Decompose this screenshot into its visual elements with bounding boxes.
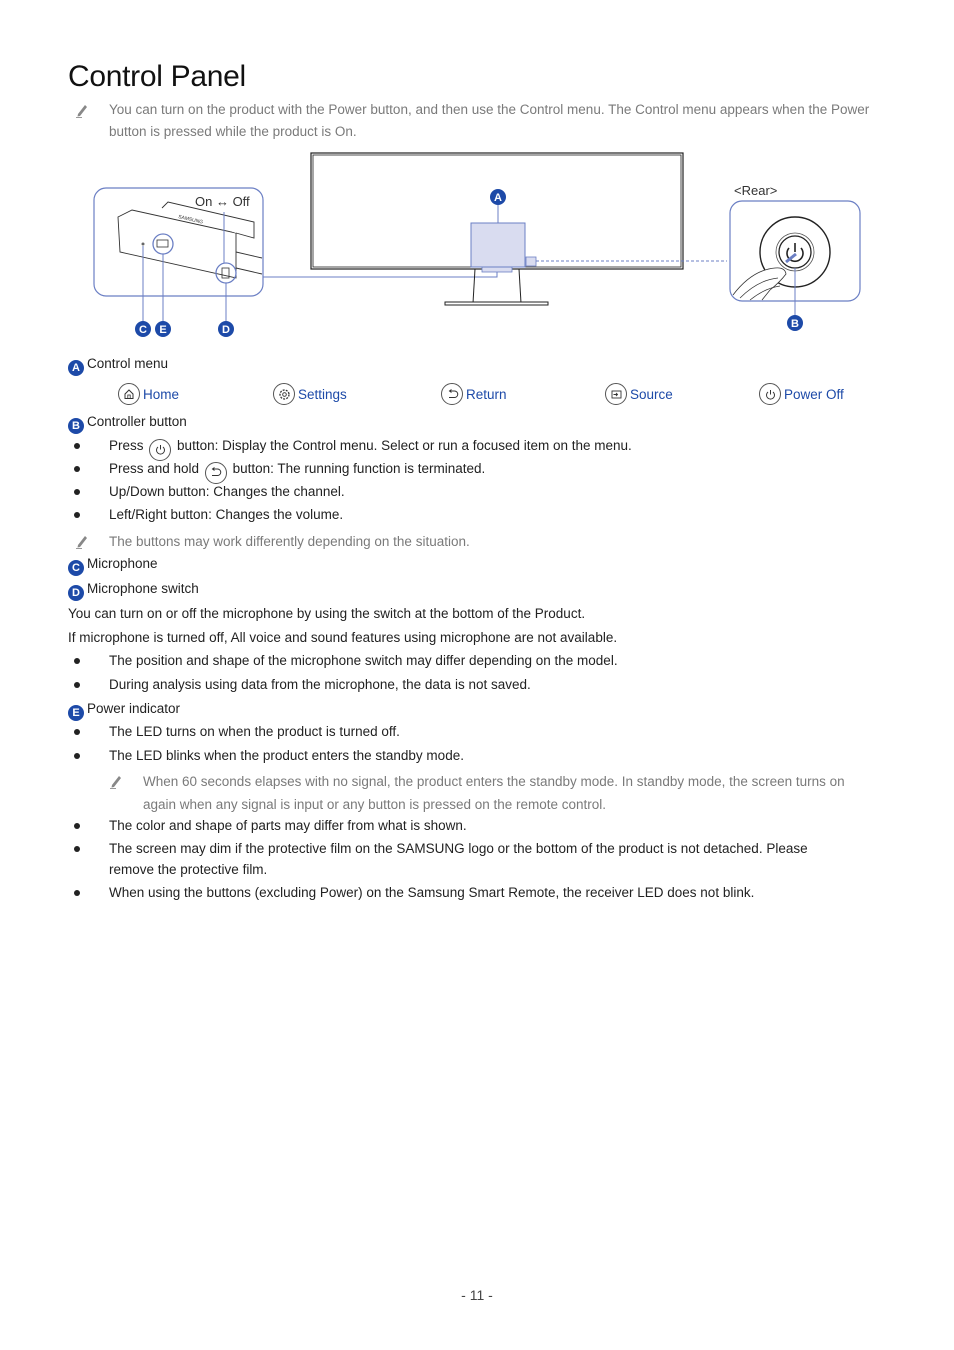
switch-label: On ↔ Off bbox=[195, 194, 250, 209]
menu-item-settings[interactable]: Settings bbox=[273, 383, 347, 405]
control-panel-diagram: On ↔ Off SAMSUNG C E D A <Rear> B bbox=[93, 152, 861, 337]
bullet-dot bbox=[74, 512, 80, 518]
menu-item-home-label: Home bbox=[143, 386, 180, 402]
source-icon bbox=[605, 383, 627, 405]
list-item-text: button: Display the Control menu. Select… bbox=[177, 438, 632, 453]
list-item-text: button: The running function is terminat… bbox=[232, 461, 486, 476]
finger-illustration bbox=[732, 267, 787, 301]
bullet-dot bbox=[74, 890, 80, 896]
callout-a: A bbox=[490, 189, 506, 205]
svg-text:B: B bbox=[791, 318, 799, 330]
section-b-note: The buttons may work differently dependi… bbox=[109, 534, 470, 549]
list-item: The LED blinks when the product enters t… bbox=[109, 748, 464, 763]
bullet-dot bbox=[74, 443, 80, 449]
menu-item-power-off[interactable]: Power Off bbox=[759, 383, 844, 405]
callout-e: E bbox=[155, 321, 171, 337]
section-c-heading: C Microphone bbox=[68, 553, 158, 576]
list-item: The LED turns on when the product is tur… bbox=[109, 724, 400, 739]
page-title: Control Panel bbox=[68, 60, 246, 93]
controller-button-highlight bbox=[525, 256, 537, 267]
intro-note: You can turn on the product with the Pow… bbox=[109, 102, 870, 139]
home-icon bbox=[118, 383, 140, 405]
paragraph: You can turn on or off the microphone by… bbox=[68, 606, 586, 621]
microphone-hole bbox=[141, 242, 145, 246]
svg-text:C: C bbox=[139, 324, 147, 336]
section-b-label: Controller button bbox=[87, 414, 187, 429]
badge-d: D bbox=[68, 585, 84, 601]
bullet-dot bbox=[74, 682, 80, 688]
callout-b: B bbox=[787, 315, 803, 331]
section-d-label: Microphone switch bbox=[87, 581, 199, 596]
bullet-dot bbox=[74, 846, 80, 852]
section-e-label: Power indicator bbox=[87, 701, 181, 716]
svg-text:E: E bbox=[159, 324, 166, 336]
badge-c: C bbox=[68, 560, 84, 576]
list-item: The position and shape of the microphone… bbox=[109, 653, 618, 668]
section-e-heading: E Power indicator bbox=[68, 698, 180, 721]
section-a-heading: A Control menu bbox=[68, 353, 168, 376]
badge-e: E bbox=[68, 705, 84, 721]
section-e-note-line2: again when any signal is input or any bu… bbox=[143, 797, 607, 812]
svg-text:A: A bbox=[494, 192, 502, 204]
list-item-text: Press and hold bbox=[109, 461, 200, 476]
list-item: When using the buttons (excluding Power)… bbox=[109, 885, 755, 900]
badge-a: A bbox=[68, 360, 84, 376]
list-item: The color and shape of parts may differ … bbox=[109, 818, 467, 833]
menu-item-source-label: Source bbox=[630, 386, 673, 402]
list-item: During analysis using data from the micr… bbox=[109, 677, 531, 692]
paragraph: If microphone is turned off, All voice a… bbox=[68, 630, 618, 645]
svg-text:D: D bbox=[222, 324, 230, 336]
section-e-note-line1: When 60 seconds elapses with no signal, … bbox=[143, 774, 845, 789]
callout-c: C bbox=[135, 321, 151, 337]
page-number: - 11 - bbox=[461, 1287, 493, 1303]
bullet-dot bbox=[74, 823, 80, 829]
list-item: Left/Right button: Changes the volume. bbox=[109, 507, 344, 522]
menu-item-return[interactable]: Return bbox=[441, 383, 507, 405]
list-item-continuation: remove the protective film. bbox=[109, 862, 268, 877]
control-menu-highlight bbox=[470, 222, 526, 268]
section-b-heading: B Controller button bbox=[68, 411, 187, 434]
section-c-label: Microphone bbox=[87, 556, 158, 571]
list-item: Press and hold button: The running funct… bbox=[109, 458, 485, 484]
return-icon bbox=[441, 383, 463, 405]
power-icon bbox=[759, 383, 781, 405]
pencil-note-icon bbox=[76, 105, 87, 118]
bullet-dot bbox=[74, 753, 80, 759]
bullet-dot bbox=[74, 466, 80, 472]
bullet-dot bbox=[74, 658, 80, 664]
badge-b: B bbox=[68, 418, 84, 434]
pencil-note-icon bbox=[110, 776, 121, 789]
bullet-dot bbox=[74, 729, 80, 735]
rear-label: <Rear> bbox=[734, 183, 777, 198]
menu-item-home[interactable]: Home bbox=[118, 383, 179, 405]
list-item: Up/Down button: Changes the channel. bbox=[109, 484, 345, 499]
list-item-text: Press bbox=[109, 438, 144, 453]
section-d-heading: D Microphone switch bbox=[68, 578, 199, 601]
section-a-label: Control menu bbox=[87, 356, 169, 371]
menu-item-settings-label: Settings bbox=[298, 386, 347, 402]
bullet-dot bbox=[74, 489, 80, 495]
callout-d: D bbox=[218, 321, 234, 337]
settings-icon bbox=[273, 383, 295, 405]
list-item: The screen may dim if the protective fil… bbox=[109, 841, 808, 856]
list-item: Press button: Display the Control menu. … bbox=[109, 435, 632, 461]
menu-item-return-label: Return bbox=[466, 386, 507, 402]
pencil-note-icon bbox=[76, 536, 87, 549]
menu-item-power-off-label: Power Off bbox=[784, 386, 844, 402]
menu-item-source[interactable]: Source bbox=[605, 383, 673, 405]
